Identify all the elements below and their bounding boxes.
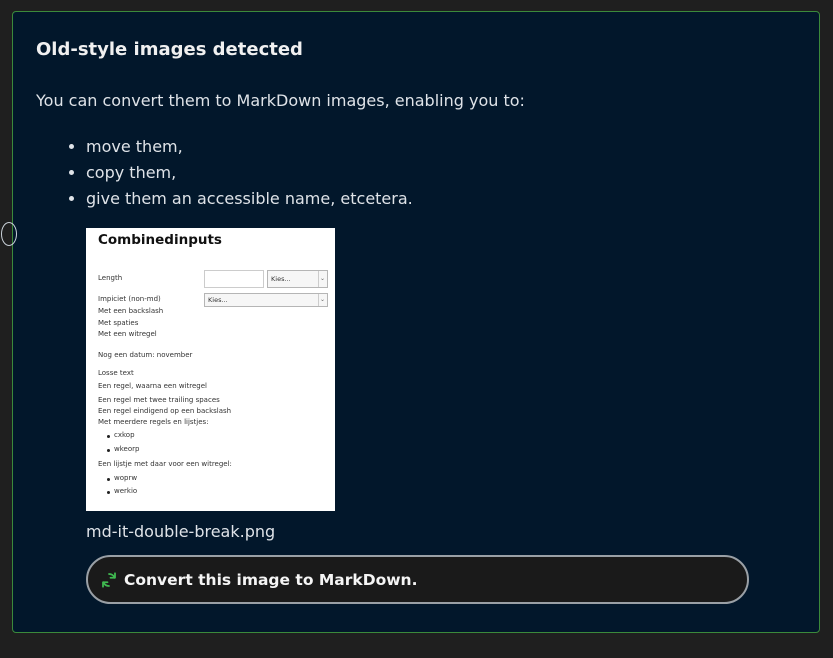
edge-handle-icon xyxy=(1,222,17,246)
thumbnail-text-line: Met spaties xyxy=(98,319,139,327)
list-item: give them an accessible name, etcetera. xyxy=(86,186,413,212)
convert-button-label: Convert this image to MarkDown. xyxy=(124,570,418,589)
thumbnail-title: Combinedinputs xyxy=(98,232,222,248)
thumbnail-text-line: Een regel eindigend op een backslash xyxy=(98,407,232,415)
thumbnail-select-1-value: Kies... xyxy=(271,275,291,283)
chevron-down-icon: ⌄ xyxy=(318,294,326,306)
thumbnail-text-line: Een lijstje met daar voor een witregel: xyxy=(98,460,232,468)
list-item: move them, xyxy=(86,134,413,160)
thumbnail-select-2: Kies... ⌄ xyxy=(204,293,328,307)
convert-image-button[interactable]: Convert this image to MarkDown. xyxy=(86,555,749,604)
bullet-icon xyxy=(107,491,110,494)
bullet-icon xyxy=(107,449,110,452)
thumbnail-text-line: Met een backslash xyxy=(98,307,164,315)
image-thumbnail: Combinedinputs Length Kies... ⌄ Impiciet… xyxy=(86,228,335,511)
thumbnail-text-line: Nog een datum: november xyxy=(98,351,193,359)
thumbnail-impliciet-label: Impiciet (non-md) xyxy=(98,295,161,303)
thumbnail-list-item: wkeorp xyxy=(114,445,140,453)
thumbnail-text-line: Losse text xyxy=(98,369,134,377)
thumbnail-select-2-value: Kies... xyxy=(208,296,228,304)
thumbnail-length-label: Length xyxy=(98,274,123,282)
thumbnail-text-line: Met een witregel xyxy=(98,330,157,338)
thumbnail-list-item: werkio xyxy=(114,487,138,495)
thumbnail-text-line: Met meerdere regels en lijstjes: xyxy=(98,418,209,426)
bullet-icon xyxy=(107,435,110,438)
benefits-list: move them, copy them, give them an acces… xyxy=(68,134,413,212)
thumbnail-list-item: cxkop xyxy=(114,431,135,439)
bullet-icon xyxy=(107,478,110,481)
thumbnail-select-1: Kies... ⌄ xyxy=(267,270,328,288)
conversion-panel: Old-style images detected You can conver… xyxy=(1,11,820,633)
thumbnail-text-line: Een regel, waarna een witregel xyxy=(98,382,207,390)
panel-title: Old-style images detected xyxy=(36,39,303,60)
image-filename: md-it-double-break.png xyxy=(86,522,276,541)
list-item: copy them, xyxy=(86,160,413,186)
thumbnail-length-input xyxy=(204,270,264,288)
chevron-down-icon: ⌄ xyxy=(318,271,326,287)
panel-intro: You can convert them to MarkDown images,… xyxy=(36,91,525,110)
thumbnail-list-item: woprw xyxy=(114,474,138,482)
refresh-icon xyxy=(102,571,116,588)
thumbnail-text-line: Een regel met twee trailing spaces xyxy=(98,396,220,404)
